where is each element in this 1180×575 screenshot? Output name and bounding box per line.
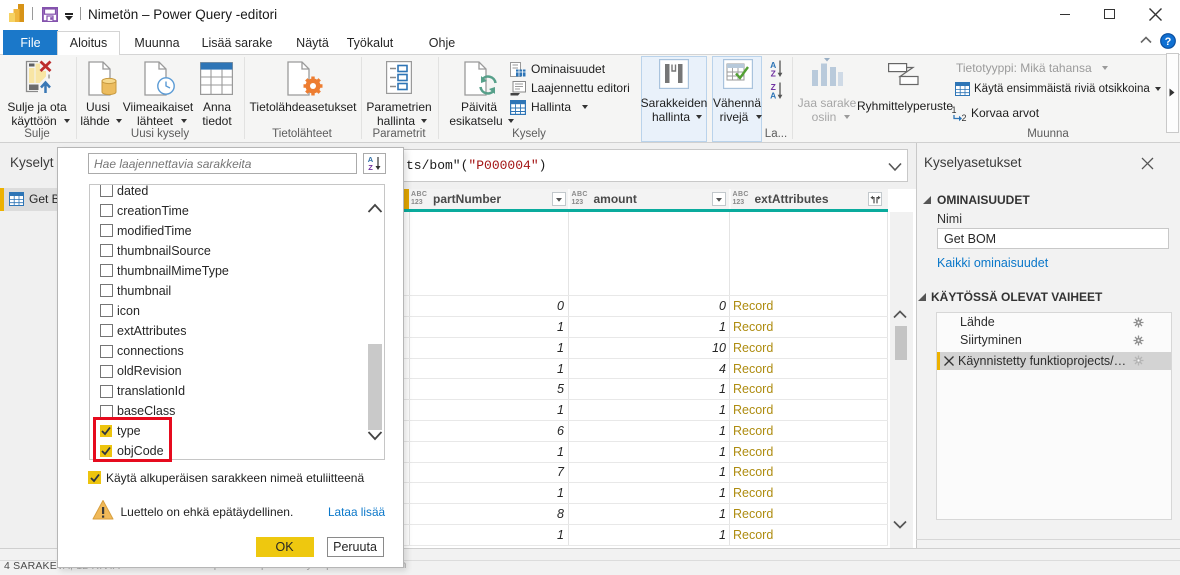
svg-text:1: 1 [951, 105, 956, 115]
svg-text:?: ? [1165, 36, 1172, 48]
svg-text:Z: Z [368, 163, 373, 171]
svg-text:2: 2 [961, 113, 966, 122]
svg-text:Z: Z [771, 68, 776, 78]
svg-text:A: A [770, 90, 776, 100]
